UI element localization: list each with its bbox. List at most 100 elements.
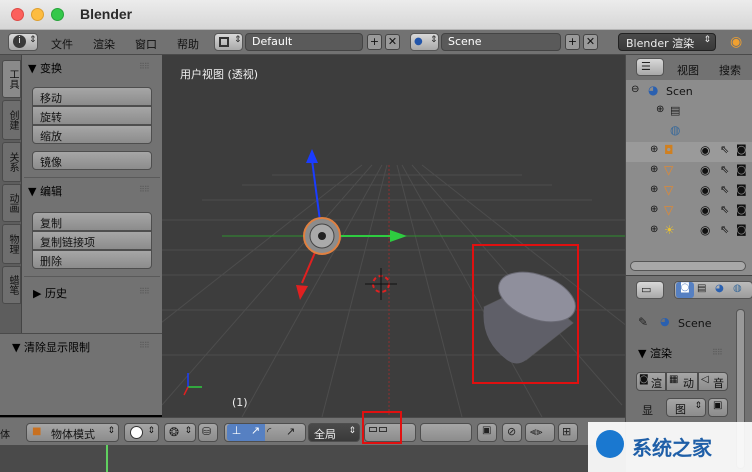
display-select[interactable]: 图 ⇕ — [666, 398, 706, 417]
add-scene-button[interactable]: + — [565, 34, 580, 50]
gizmo-x-arrow[interactable] — [296, 285, 308, 300]
snap-element-select[interactable]: ⫷⫸ — [525, 423, 555, 442]
cursor-select-icon[interactable]: ⇖ — [720, 223, 729, 236]
world-tab-icon[interactable]: ◍ — [733, 283, 742, 294]
transform-panel-header[interactable]: ▼ 变换 — [28, 60, 62, 76]
remove-layout-button[interactable]: ✕ — [385, 34, 400, 50]
render-camera-icon[interactable]: ◙ — [736, 223, 747, 236]
cursor-select-icon[interactable]: ⇖ — [720, 163, 729, 176]
eye-icon[interactable]: ◉ — [700, 163, 710, 177]
3d-viewport[interactable]: 用户视图 (透视) (1) — [162, 55, 625, 417]
cursor-select-icon[interactable]: ⇖ — [720, 143, 729, 156]
tab-grease-pencil[interactable]: 蜡笔 — [2, 266, 21, 304]
expand-icon[interactable]: ⊕ — [650, 224, 658, 235]
outliner-lamp-row[interactable]: ⊕ ☀ ◉ ⇖ ◙ — [626, 222, 752, 242]
tab-tools[interactable]: 工具 — [2, 60, 21, 98]
tab-animation[interactable]: 动画 — [2, 184, 21, 222]
orientation-select[interactable]: 全局 ⇕ — [308, 423, 360, 442]
drag-grip-icon[interactable]: ⠿⠿ — [712, 348, 723, 357]
drag-grip-icon[interactable]: ⠿⠿ — [139, 62, 150, 71]
render-preview-button[interactable]: ⊞ — [558, 423, 578, 442]
render-audio-button[interactable]: ◁ 音 — [698, 372, 728, 391]
tab-create[interactable]: 创建 — [2, 100, 21, 140]
current-frame-marker[interactable] — [106, 445, 108, 472]
collapse-icon[interactable]: ⊖ — [631, 84, 639, 95]
menu-render[interactable]: 渲染 — [93, 36, 115, 52]
outliner-camera-row[interactable]: ⊕ ◘ ◉ ⇖ ◙ — [626, 142, 752, 162]
scene-name-field[interactable]: Scene — [441, 33, 561, 51]
layout-selector-button[interactable]: ⇕ — [214, 33, 243, 51]
pivot-select[interactable]: ❂ ⇕ — [164, 423, 196, 442]
pin-icon[interactable]: ✎ — [638, 315, 648, 329]
menu-file[interactable]: 文件 — [51, 36, 73, 52]
shading-select[interactable]: ⇕ — [124, 423, 159, 442]
eye-icon[interactable]: ◉ — [700, 223, 710, 237]
render-layers-tab-icon[interactable]: ▤ — [697, 283, 706, 294]
rotate-manipulator-icon[interactable]: ↗ — [246, 424, 265, 441]
mirror-button[interactable]: 镜像 — [32, 151, 152, 170]
drag-grip-icon[interactable]: ⠿⠿ — [139, 185, 150, 194]
cylinder-object[interactable] — [483, 263, 582, 364]
scale-manipulator-icon[interactable]: ◜ — [267, 425, 271, 438]
rotate-button[interactable]: 旋转 — [32, 106, 152, 125]
menu-window[interactable]: 窗口 — [135, 36, 157, 52]
expand-icon[interactable]: ⊕ — [650, 184, 658, 195]
drag-grip-icon[interactable]: ⠿⠿ — [139, 341, 150, 350]
mode-select[interactable]: ■ 物体模式 ⇕ — [26, 423, 119, 442]
translate-manipulator-icon[interactable]: ⊥ — [227, 424, 246, 441]
menu-help[interactable]: 帮助 — [177, 36, 199, 52]
scene-tab-icon[interactable]: ◕ — [715, 283, 724, 294]
scale-button[interactable]: 缩放 — [32, 125, 152, 144]
outliner-scrollbar[interactable] — [630, 261, 746, 271]
gizmo-y-arrow[interactable] — [390, 230, 407, 242]
minimize-window-button[interactable] — [31, 8, 44, 21]
remove-scene-button[interactable]: ✕ — [583, 34, 598, 50]
delete-button[interactable]: 删除 — [32, 250, 152, 269]
cursor-select-icon[interactable]: ⇖ — [720, 183, 729, 196]
outliner-view-menu[interactable]: 视图 — [677, 62, 699, 78]
duplicate-button[interactable]: 复制 — [32, 212, 152, 231]
edit-panel-header[interactable]: ▼ 编辑 — [28, 183, 62, 199]
tab-physics[interactable]: 物理 — [2, 224, 21, 264]
outliner-scene-row[interactable]: ⊖ ◕ Scen — [626, 82, 752, 102]
eye-icon[interactable]: ◉ — [700, 203, 710, 217]
transform-orientation-icon[interactable]: ↗ — [286, 425, 295, 438]
outliner-object-row[interactable]: ⊕ ▽ ◉ ⇖ ◙ — [626, 182, 752, 202]
eye-icon[interactable]: ◉ — [700, 143, 710, 157]
render-tab-icon[interactable]: ◙ — [676, 282, 694, 298]
move-button[interactable]: 移动 — [32, 87, 152, 106]
expand-icon[interactable]: ⊕ — [650, 144, 658, 155]
add-layout-button[interactable]: + — [367, 34, 382, 50]
scene-selector-button[interactable]: ● ⇕ — [410, 33, 439, 51]
proportional-edit-button[interactable]: ⊘ — [502, 423, 522, 442]
render-camera-icon[interactable]: ◙ — [736, 183, 747, 196]
outliner-object-row[interactable]: ⊕ ▽ ◉ ⇖ ◙ — [626, 162, 752, 182]
lock-interface-button[interactable]: ▣ — [708, 398, 728, 417]
expand-icon[interactable]: ⊕ — [650, 164, 658, 175]
duplicate-linked-button[interactable]: 复制链接项 — [32, 231, 152, 250]
timeline-area[interactable] — [0, 445, 625, 472]
tab-relations[interactable]: 关系 — [2, 142, 21, 182]
history-panel-header[interactable]: ▶ 历史 — [33, 285, 67, 301]
expand-icon[interactable]: ⊕ — [650, 204, 658, 215]
render-camera-icon[interactable]: ◙ — [736, 143, 747, 156]
outliner-renderlayers-row[interactable]: ⊕ ▤ — [626, 102, 752, 122]
layer-buttons-b[interactable] — [420, 423, 472, 442]
cursor-select-icon[interactable]: ⇖ — [720, 203, 729, 216]
render-animation-button[interactable]: ▦ 动 — [666, 372, 698, 391]
clear-restrict-panel-header[interactable]: ▼ 清除显示限制 — [12, 339, 90, 355]
maximize-window-button[interactable] — [51, 8, 64, 21]
properties-editor-type-button[interactable]: ▭ — [636, 281, 664, 299]
eye-icon[interactable]: ◉ — [700, 183, 710, 197]
outliner-world-row[interactable]: ◍ — [626, 122, 752, 142]
expand-icon[interactable]: ⊕ — [656, 104, 664, 115]
layout-name-field[interactable]: Default — [245, 33, 363, 51]
drag-grip-icon[interactable]: ⠿⠿ — [139, 287, 150, 296]
render-engine-select[interactable]: Blender 渲染 ⇕ — [618, 33, 716, 51]
outliner-search-menu[interactable]: 搜索 — [719, 62, 741, 78]
manipulator-toggle-button[interactable]: ⛁ — [198, 423, 218, 442]
outliner-editor-type-button[interactable]: ☰ — [636, 58, 664, 76]
render-camera-icon[interactable]: ◙ — [736, 203, 747, 216]
editor-type-button[interactable]: i ⇕ — [8, 33, 38, 51]
gizmo-z-arrow[interactable] — [306, 149, 318, 163]
